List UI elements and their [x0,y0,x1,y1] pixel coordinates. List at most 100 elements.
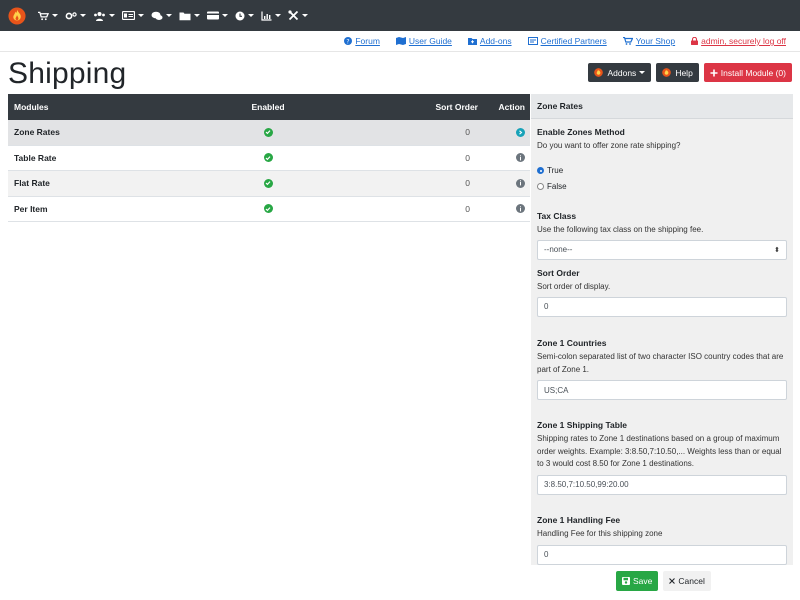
radio-button[interactable] [537,182,544,190]
module-sort: 0 [465,203,470,214]
zone1-table-input[interactable]: 3:8.50,7:10.50,99:20.00 [537,474,787,495]
comments-icon [151,11,163,20]
flame-logo-icon[interactable] [8,6,26,25]
logoff-link[interactable]: admin, securely log off [691,36,786,46]
field-description: Handling Fee for this shipping zone [537,529,663,538]
field-label: Zone 1 Handling Fee [537,515,621,525]
folder-plus-icon [467,38,477,45]
zone1-table-field: Zone 1 Shipping Table Shipping rates to … [537,420,787,495]
enabled-check-icon [263,153,273,163]
save-icon [622,577,630,585]
certified-partners-link[interactable]: Certified Partners [527,36,607,46]
addons-dropdown-button[interactable]: Addons [588,63,652,82]
field-description: Sort order of display. [537,282,611,291]
form-actions: Save Cancel [616,571,711,591]
tax-class-select[interactable]: --none-- ⬍ [537,239,787,260]
nav-catalog[interactable] [122,0,144,31]
select-value: --none-- [544,245,573,254]
module-sort: 0 [465,178,470,189]
your-shop-link[interactable]: Your Shop [622,36,676,46]
nav-configuration[interactable] [65,0,86,31]
users-icon [94,11,105,21]
top-navbar [0,0,800,31]
module-name: Zone Rates [14,127,60,138]
tools-icon [288,10,299,21]
logoff-link-label: admin, securely log off [701,36,786,46]
addons-link[interactable]: Add-ons [467,36,512,46]
zone-rates-panel: Zone Rates Enable Zones Method Do you wa… [531,94,793,565]
radio-true[interactable]: True [537,166,787,175]
info-icon[interactable] [516,178,525,188]
enable-zones-field: Enable Zones Method Do you want to offer… [537,127,787,191]
arrow-right-icon[interactable] [516,127,525,137]
install-module-button[interactable]: Install Module (0) [703,63,792,82]
save-button-label: Save [633,576,653,586]
sort-order-input[interactable]: 0 [537,296,787,317]
table-header: Modules Enabled Sort Order Action [8,94,530,120]
nav-payment[interactable] [207,0,228,31]
table-row-per-item[interactable]: Per Item 0 [8,197,530,222]
enabled-check-icon [263,178,273,188]
nav-reports[interactable] [261,0,281,31]
gears-icon [65,11,77,19]
nav-communication[interactable] [151,0,172,31]
help-button[interactable]: Help [656,63,699,82]
radio-label: True [547,165,564,175]
module-sort: 0 [465,127,470,138]
col-sort-order: Sort Order [435,102,478,112]
nav-modules[interactable] [288,0,308,31]
zone1-handling-field: Zone 1 Handling Fee Handling Fee for thi… [537,515,787,565]
map-icon [395,37,406,45]
header-buttons: Addons Help Install Module (0) [588,63,792,82]
select-arrows-icon: ⬍ [774,246,780,254]
radio-button[interactable] [537,166,544,174]
enabled-check-icon [263,127,273,137]
cart-icon [622,37,633,45]
flame-icon [594,68,604,77]
field-label: Sort Order [537,268,580,278]
addons-button-label: Addons [607,67,637,78]
clock-icon [235,11,245,20]
help-button-label: Help [675,67,693,78]
radio-false[interactable]: False [537,182,787,191]
panel-title: Zone Rates [531,94,793,119]
field-description: Do you want to offer zone rate shipping? [537,141,681,150]
zone1-countries-field: Zone 1 Countries Semi-colon separated li… [537,338,787,400]
table-row-table-rate[interactable]: Table Rate 0 [8,146,530,171]
save-button[interactable]: Save [616,571,659,591]
addons-link-label: Add-ons [479,36,512,46]
tax-class-field: Tax Class Use the following tax class on… [537,211,787,260]
table-row-zone-rates[interactable]: Zone Rates 0 [8,120,530,146]
modules-table: Modules Enabled Sort Order Action Zone R… [8,94,530,222]
chart-icon [261,11,272,21]
nav-customers[interactable] [93,0,115,31]
enabled-check-icon [263,204,273,214]
module-sort: 0 [465,152,470,163]
lock-icon [691,37,699,45]
id-card-icon [122,11,135,20]
cancel-button-label: Cancel [678,576,705,586]
nav-tools[interactable] [235,0,254,31]
your-shop-link-label: Your Shop [635,36,676,46]
table-row-flat-rate[interactable]: Flat Rate 0 [8,171,530,197]
radio-label: False [547,181,567,191]
field-label: Enable Zones Method [537,127,625,137]
forum-link[interactable]: ? Forum [344,36,380,46]
folder-icon [179,12,191,20]
info-icon[interactable] [516,153,525,163]
zone1-countries-input[interactable]: US;CA [537,380,787,400]
user-guide-link[interactable]: User Guide [395,36,452,46]
forum-link-label: Forum [355,36,380,46]
install-module-label: Install Module (0) [720,67,786,78]
flame-icon [662,68,672,77]
zone1-handling-input[interactable]: 0 [537,544,787,565]
field-description: Shipping rates to Zone 1 destinations ba… [537,434,782,468]
nav-content[interactable] [179,0,200,31]
nav-orders[interactable] [38,0,58,31]
cancel-button[interactable]: Cancel [663,571,711,591]
certified-partners-link-label: Certified Partners [540,36,607,46]
question-circle-icon: ? [344,37,353,45]
info-icon[interactable] [516,204,525,214]
field-label: Tax Class [537,211,577,221]
page-title: Shipping [8,57,127,90]
